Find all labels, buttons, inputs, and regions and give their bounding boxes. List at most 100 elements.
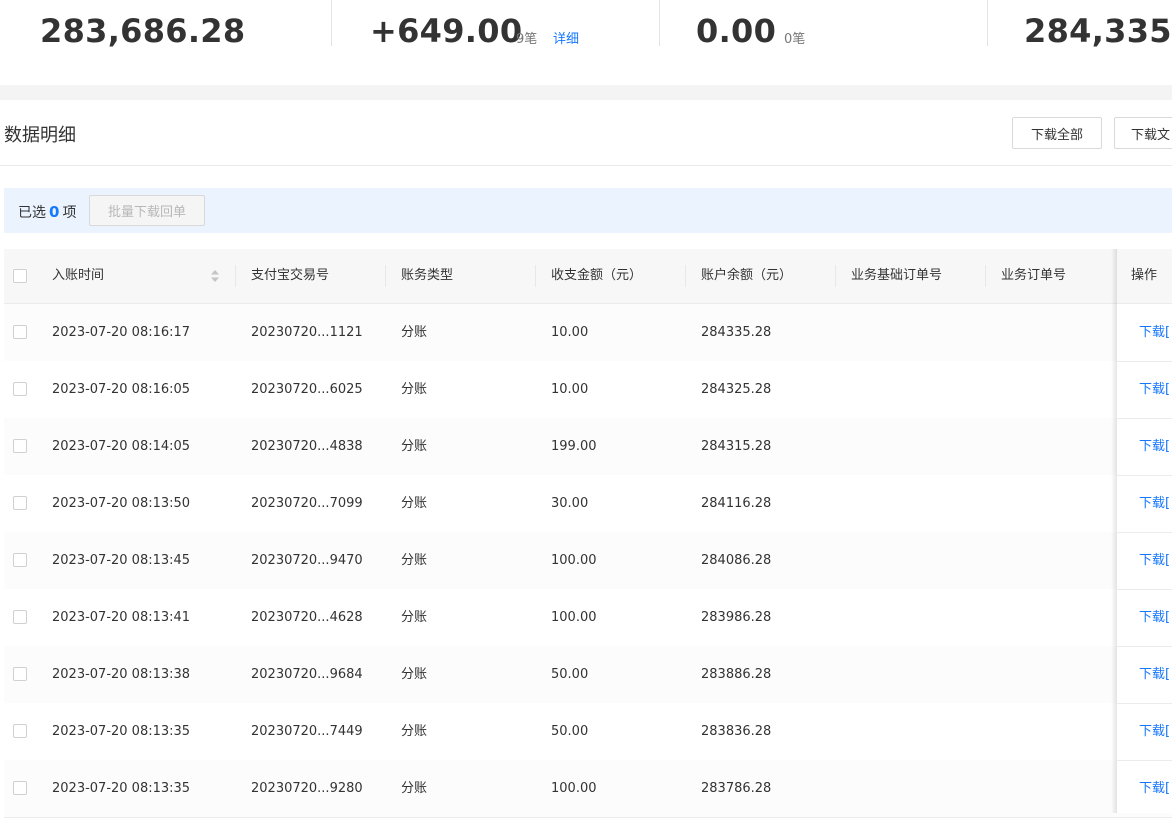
income-detail-link[interactable]: 详细 bbox=[553, 28, 579, 47]
cell-type: 分账 bbox=[401, 781, 428, 796]
cell-time: 2023-07-20 08:16:05 bbox=[52, 382, 191, 397]
cell-type: 分账 bbox=[401, 610, 428, 625]
cell-time: 2023-07-20 08:13:35 bbox=[52, 781, 191, 796]
action-cell: 下载[ bbox=[1117, 304, 1172, 362]
table-row: 2023-07-20 08:13:45 20230720...9470 分账 1… bbox=[4, 532, 1172, 590]
action-cell: 下载[ bbox=[1117, 703, 1172, 761]
cell-amount: 199.00 bbox=[551, 439, 597, 454]
selection-prefix: 已选 bbox=[18, 205, 46, 221]
row-download-link[interactable]: 下载[ bbox=[1139, 304, 1170, 361]
cell-amount: 50.00 bbox=[551, 724, 589, 739]
cell-trade-no: 20230720...1121 bbox=[251, 325, 363, 340]
row-download-link[interactable]: 下载[ bbox=[1139, 589, 1170, 646]
cell-amount: 10.00 bbox=[551, 325, 589, 340]
column-separator bbox=[535, 265, 536, 287]
cell-time: 2023-07-20 08:14:05 bbox=[52, 439, 191, 454]
row-checkbox[interactable] bbox=[13, 325, 27, 339]
cell-type: 分账 bbox=[401, 382, 428, 397]
cell-amount: 30.00 bbox=[551, 496, 589, 511]
row-checkbox[interactable] bbox=[13, 667, 27, 681]
summary-strip: 283,686.28 +649.00 9笔 详细 0.00 0笔 284,335… bbox=[0, 0, 1172, 85]
section-divider bbox=[0, 165, 1172, 166]
table-header: 入账时间 支付宝交易号 账务类型 收支金额（元） 账户余额（元） 业务基础订单号… bbox=[4, 249, 1172, 304]
row-checkbox[interactable] bbox=[13, 439, 27, 453]
row-checkbox[interactable] bbox=[13, 496, 27, 510]
row-checkbox[interactable] bbox=[13, 781, 27, 795]
cell-time: 2023-07-20 08:13:45 bbox=[52, 553, 191, 568]
selection-summary: 已选 0 项 bbox=[18, 202, 76, 222]
table-row: 2023-07-20 08:16:05 20230720...6025 分账 1… bbox=[4, 361, 1172, 419]
cell-balance: 283986.28 bbox=[701, 610, 772, 625]
cell-time: 2023-07-20 08:13:50 bbox=[52, 496, 191, 511]
cell-trade-no: 20230720...6025 bbox=[251, 382, 363, 397]
cell-type: 分账 bbox=[401, 667, 428, 682]
action-cell: 下载[ bbox=[1117, 418, 1172, 476]
action-header-cell: 操作 bbox=[1117, 249, 1172, 304]
column-header-type: 账务类型 bbox=[401, 268, 454, 283]
table-row: 2023-07-20 08:16:17 20230720...1121 分账 1… bbox=[4, 304, 1172, 362]
column-separator bbox=[985, 265, 986, 287]
cell-balance: 284325.28 bbox=[701, 382, 772, 397]
opening-balance-value: 283,686.28 bbox=[40, 12, 246, 50]
income-count: 9笔 bbox=[516, 32, 538, 47]
column-header-base-order: 业务基础订单号 bbox=[851, 268, 943, 283]
cell-trade-no: 20230720...9280 bbox=[251, 781, 363, 796]
row-download-link[interactable]: 下载[ bbox=[1139, 418, 1170, 475]
table-row: 2023-07-20 08:14:05 20230720...4838 分账 1… bbox=[4, 418, 1172, 476]
download-file-button[interactable]: 下载文 bbox=[1114, 117, 1172, 149]
selection-count: 0 bbox=[49, 203, 60, 221]
action-cell: 下载[ bbox=[1117, 475, 1172, 533]
download-all-button[interactable]: 下载全部 bbox=[1012, 117, 1102, 149]
column-header-trade-no: 支付宝交易号 bbox=[251, 268, 330, 283]
row-download-link[interactable]: 下载[ bbox=[1139, 361, 1170, 418]
column-header-time[interactable]: 入账时间 bbox=[52, 249, 104, 303]
income-value: +649.00 bbox=[370, 12, 523, 50]
row-download-link[interactable]: 下载[ bbox=[1139, 703, 1170, 760]
action-cell: 下载[ bbox=[1117, 646, 1172, 704]
row-download-link[interactable]: 下载[ bbox=[1139, 532, 1170, 589]
section-gap bbox=[0, 85, 1172, 100]
row-checkbox[interactable] bbox=[13, 610, 27, 624]
cell-trade-no: 20230720...4628 bbox=[251, 610, 363, 625]
sort-icon[interactable] bbox=[210, 269, 220, 283]
cell-trade-no: 20230720...9470 bbox=[251, 553, 363, 568]
cell-balance: 284116.28 bbox=[701, 496, 772, 511]
row-checkbox[interactable] bbox=[13, 382, 27, 396]
column-separator bbox=[835, 265, 836, 287]
cell-trade-no: 20230720...4838 bbox=[251, 439, 363, 454]
row-checkbox[interactable] bbox=[13, 553, 27, 567]
row-download-link[interactable]: 下载[ bbox=[1139, 760, 1170, 817]
closing-balance-value: 284,335.2 bbox=[1024, 12, 1172, 50]
cell-balance: 284086.28 bbox=[701, 553, 772, 568]
row-download-link[interactable]: 下载[ bbox=[1139, 646, 1170, 703]
table-row: 2023-07-20 08:13:35 20230720...9280 分账 1… bbox=[4, 760, 1172, 818]
select-all-checkbox[interactable] bbox=[13, 269, 27, 283]
cell-time: 2023-07-20 08:16:17 bbox=[52, 325, 191, 340]
column-separator bbox=[385, 265, 386, 287]
cell-type: 分账 bbox=[401, 496, 428, 511]
cell-time: 2023-07-20 08:13:38 bbox=[52, 667, 191, 682]
cell-amount: 100.00 bbox=[551, 610, 597, 625]
summary-divider bbox=[659, 0, 660, 46]
selection-suffix: 项 bbox=[62, 205, 77, 221]
action-cell: 下载[ bbox=[1117, 760, 1172, 813]
action-cell: 下载[ bbox=[1117, 361, 1172, 419]
cell-balance: 284315.28 bbox=[701, 439, 772, 454]
column-header-action: 操作 bbox=[1131, 268, 1158, 283]
section-title: 数据明细 bbox=[4, 125, 76, 146]
cell-type: 分账 bbox=[401, 553, 428, 568]
table-row: 2023-07-20 08:13:38 20230720...9684 分账 5… bbox=[4, 646, 1172, 704]
summary-divider bbox=[331, 0, 332, 46]
expense-value: 0.00 bbox=[696, 12, 777, 50]
batch-download-receipt-button[interactable]: 批量下载回单 bbox=[89, 195, 205, 226]
cell-type: 分账 bbox=[401, 325, 428, 340]
row-checkbox[interactable] bbox=[13, 724, 27, 738]
cell-time: 2023-07-20 08:13:35 bbox=[52, 724, 191, 739]
expense-count: 0笔 bbox=[784, 32, 806, 47]
action-cell: 下载[ bbox=[1117, 589, 1172, 647]
cell-amount: 100.00 bbox=[551, 781, 597, 796]
cell-type: 分账 bbox=[401, 724, 428, 739]
row-download-link[interactable]: 下载[ bbox=[1139, 475, 1170, 532]
cell-amount: 10.00 bbox=[551, 382, 589, 397]
selection-bar: 已选 0 项 批量下载回单 bbox=[4, 188, 1172, 233]
